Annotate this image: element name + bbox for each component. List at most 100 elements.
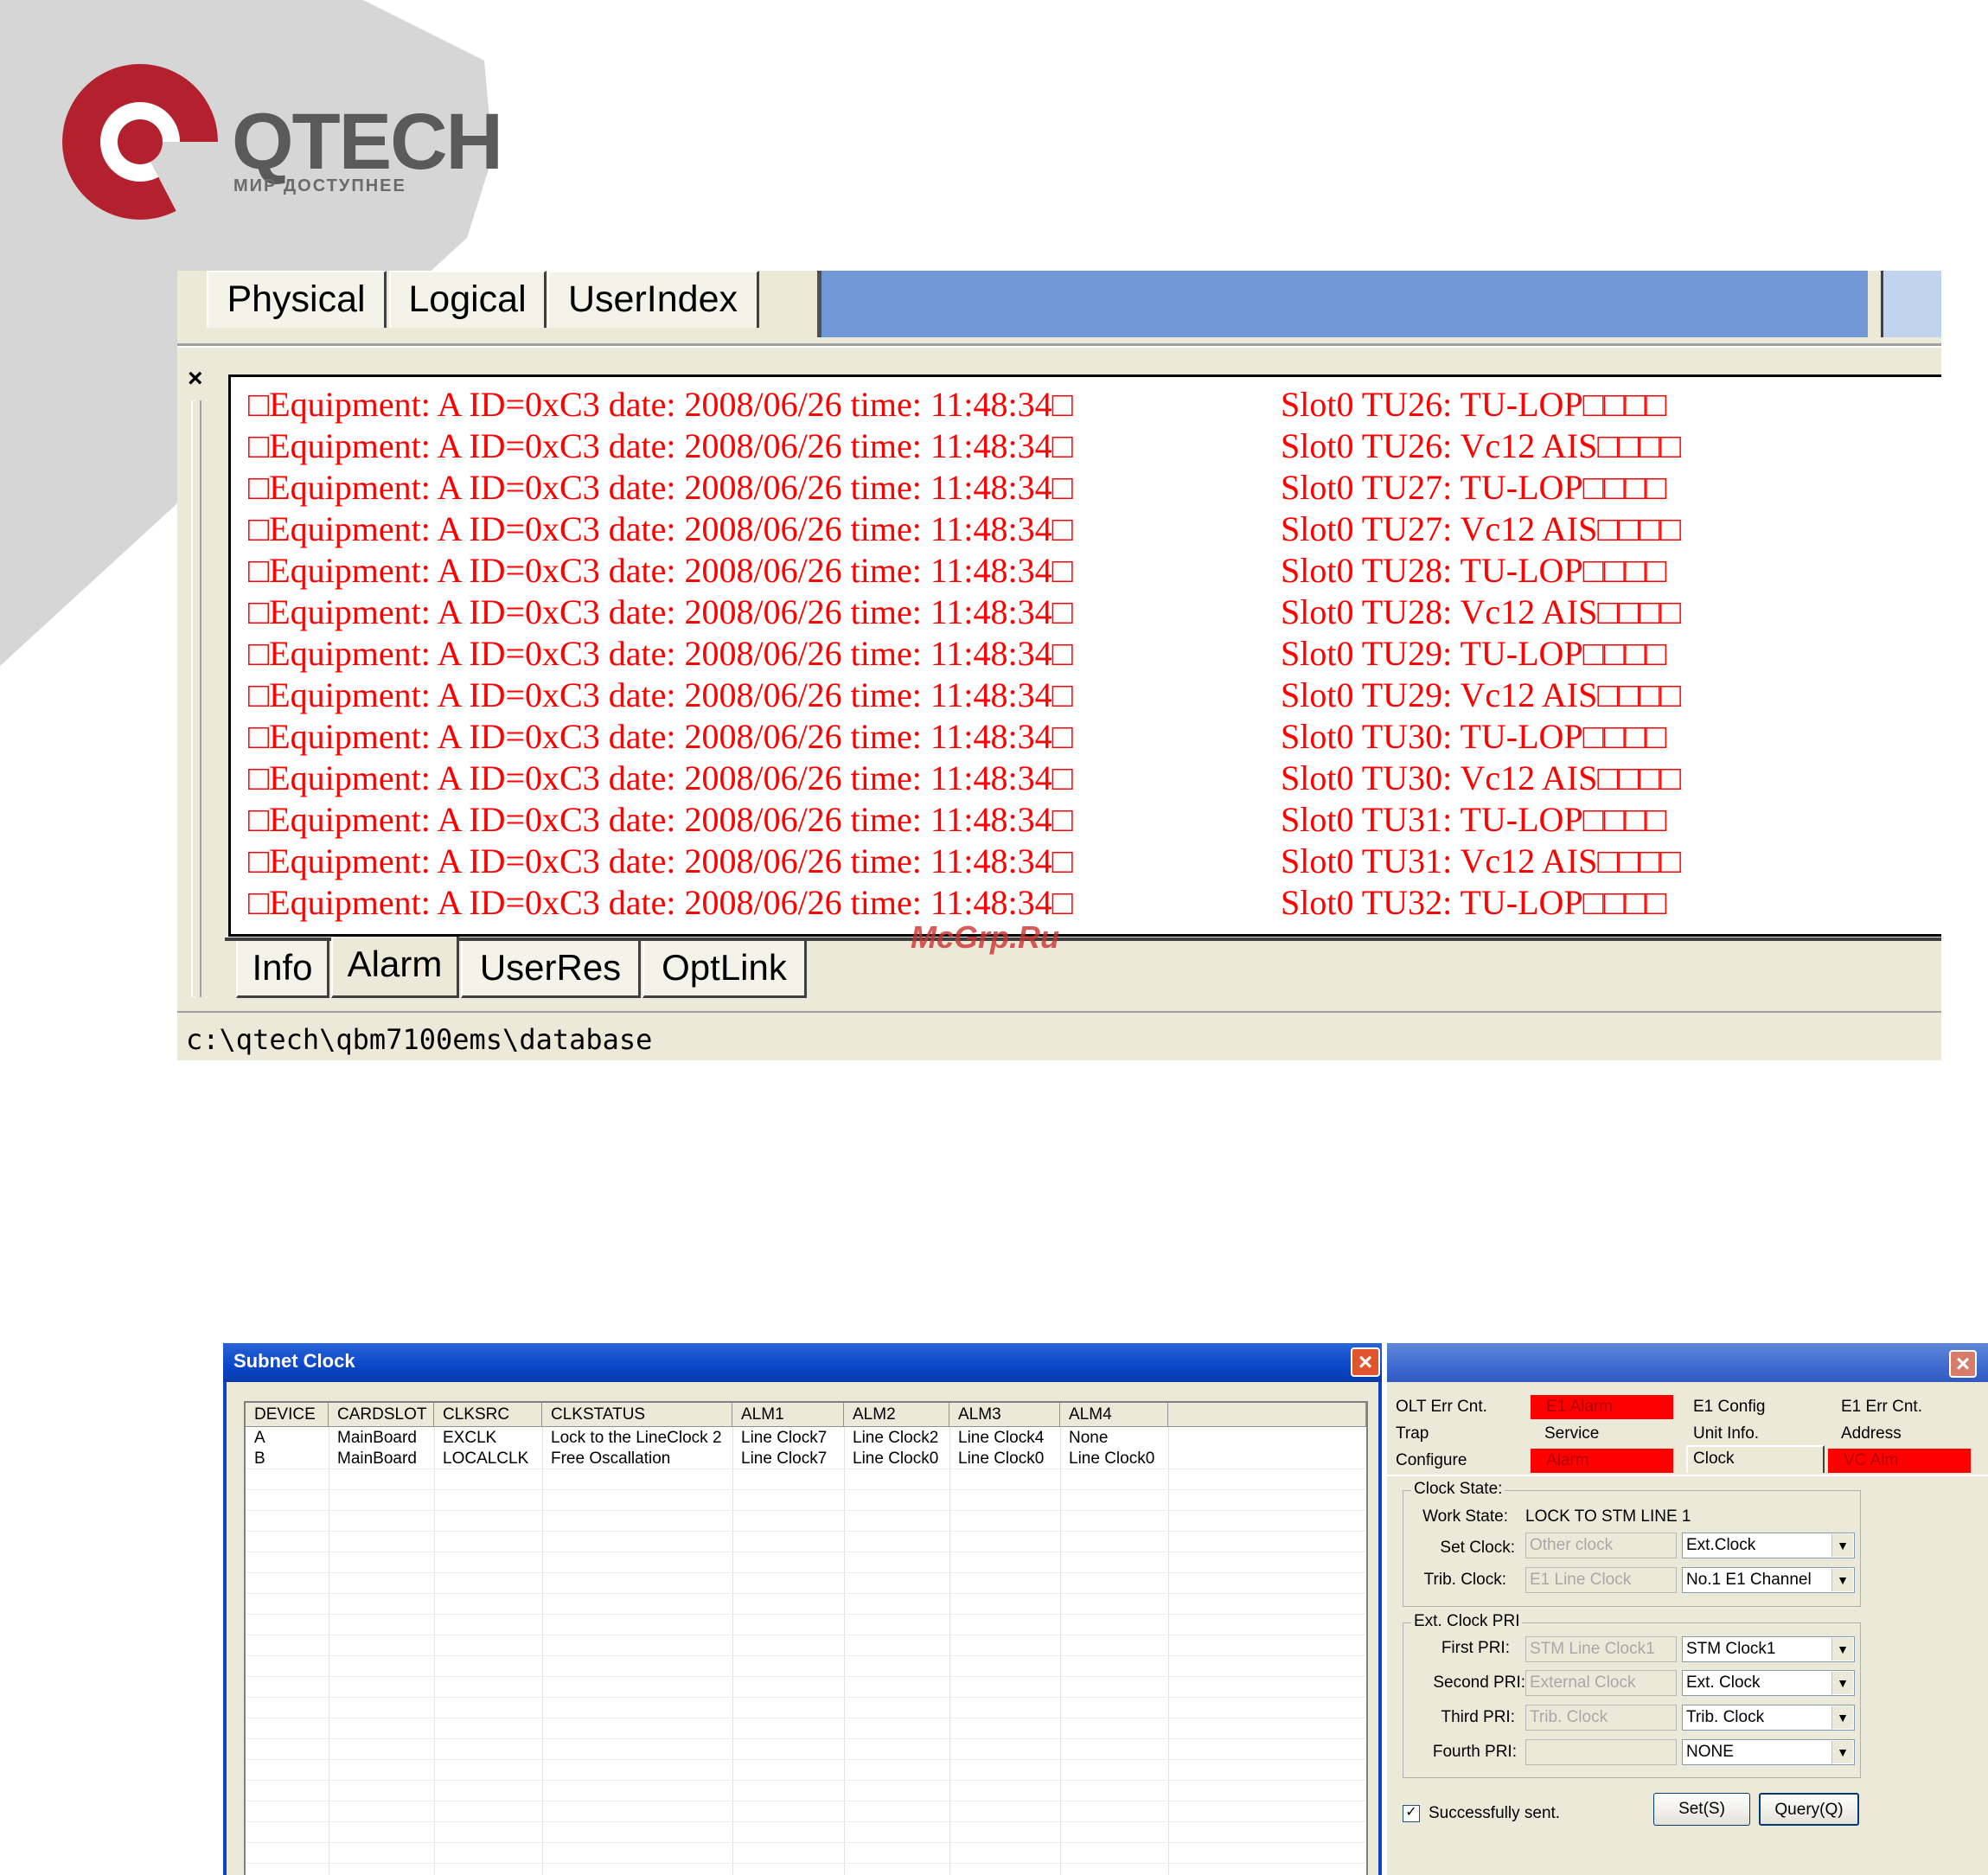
tab-userres[interactable]: UserRes — [461, 941, 641, 998]
tab-address[interactable]: Address — [1841, 1422, 1971, 1446]
grid-line — [1168, 1427, 1169, 1875]
table-cell[interactable]: Line Clock0 — [853, 1449, 938, 1469]
chevron-down-icon[interactable]: ▼ — [1831, 1638, 1853, 1661]
logo-name: QTECH — [232, 98, 503, 186]
group-label: Clock State: — [1411, 1480, 1505, 1499]
grid-line — [246, 1697, 1366, 1698]
grid-line — [844, 1427, 845, 1875]
title-area-right — [1883, 271, 1941, 337]
title-bar[interactable]: × — [1387, 1343, 1988, 1382]
panel-splitter[interactable] — [191, 400, 201, 997]
second-pri-select[interactable]: Ext. Clock ▼ — [1682, 1670, 1855, 1696]
table-cell[interactable]: Line Clock0 — [958, 1449, 1044, 1469]
grid-line — [246, 1655, 1366, 1656]
column-header[interactable]: CLKSTATUS — [542, 1403, 732, 1427]
fourth-pri-current — [1525, 1739, 1677, 1765]
separator-highlight — [177, 346, 1941, 348]
grid-line — [246, 1614, 1366, 1615]
tab-unit-info[interactable]: Unit Info. — [1693, 1422, 1823, 1446]
close-icon[interactable]: × — [1351, 1347, 1380, 1377]
set-clock-current: Other clock — [1525, 1533, 1677, 1558]
table-cell[interactable]: Line Clock7 — [741, 1428, 827, 1449]
grid-line — [246, 1572, 1366, 1573]
table-cell[interactable]: None — [1069, 1428, 1108, 1449]
title-bar[interactable]: Subnet Clock × — [223, 1343, 1382, 1382]
tab-logical[interactable]: Logical — [389, 271, 547, 328]
grid-line — [1060, 1427, 1061, 1875]
table-cell[interactable]: MainBoard — [337, 1449, 417, 1469]
clock-config-window: × OLT Err Cnt. E1 Alarm E1 Config E1 Err… — [1387, 1343, 1988, 1875]
close-icon[interactable]: × — [188, 364, 203, 394]
grid-line — [246, 1738, 1366, 1739]
query-button[interactable]: Query(Q) — [1759, 1793, 1859, 1826]
window-frame-right — [1378, 1382, 1382, 1875]
logo-tagline: МИР ДОСТУПНЕЕ — [233, 176, 406, 195]
chevron-down-icon[interactable]: ▼ — [1831, 1672, 1853, 1694]
tab-separator — [1387, 1475, 1988, 1476]
tab-userindex[interactable]: UserIndex — [547, 271, 759, 328]
table-cell[interactable]: B — [254, 1449, 265, 1469]
tab-optlink[interactable]: OptLink — [642, 941, 807, 998]
fourth-pri-select[interactable]: NONE ▼ — [1682, 1739, 1855, 1765]
alarm-log: □Equipment: A ID=0xC3 date: 2008/06/26 t… — [228, 374, 1941, 937]
tab-configure[interactable]: Configure — [1396, 1449, 1525, 1473]
column-header[interactable]: ALM2 — [844, 1403, 949, 1427]
column-header[interactable]: ALM4 — [1060, 1403, 1168, 1427]
grid-line — [246, 1593, 1366, 1594]
close-icon[interactable]: × — [1949, 1350, 1977, 1378]
grid-line — [949, 1427, 950, 1875]
column-header[interactable]: ALM3 — [949, 1403, 1060, 1427]
trib-clock-select[interactable]: No.1 E1 Channel ▼ — [1682, 1567, 1855, 1593]
tab-clock[interactable]: Clock — [1686, 1445, 1825, 1473]
trib-clock-label: Trib. Clock: — [1423, 1571, 1506, 1589]
title-area — [821, 271, 1868, 337]
tab-vc-alm[interactable]: VC Alm — [1828, 1449, 1971, 1473]
column-header[interactable]: CLKSRC — [434, 1403, 542, 1427]
clock-table: DEVICE CARDSLOT CLKSRC CLKSTATUS ALM1 AL… — [244, 1401, 1368, 1875]
table-cell[interactable]: LOCALCLK — [443, 1449, 528, 1469]
column-header[interactable]: DEVICE — [246, 1403, 329, 1427]
tab-physical[interactable]: Physical — [207, 271, 387, 328]
tab-alarm[interactable]: Alarm — [1531, 1449, 1673, 1473]
set-button[interactable]: Set(S) — [1653, 1793, 1750, 1826]
chevron-down-icon[interactable]: ▼ — [1831, 1534, 1853, 1557]
tab-e1-config[interactable]: E1 Config — [1693, 1395, 1823, 1419]
third-pri-select[interactable]: Trib. Clock ▼ — [1682, 1705, 1855, 1731]
table-cell[interactable]: Lock to the LineClock 2 — [551, 1428, 722, 1449]
first-pri-current: STM Line Clock1 — [1525, 1636, 1677, 1662]
grid-line — [434, 1427, 435, 1875]
second-pri-current: External Clock — [1525, 1670, 1677, 1696]
first-pri-label: First PRI: — [1441, 1639, 1510, 1657]
tab-service[interactable]: Service — [1544, 1422, 1674, 1446]
tab-e1-err-cnt[interactable]: E1 Err Cnt. — [1841, 1395, 1971, 1419]
chevron-down-icon[interactable]: ▼ — [1831, 1706, 1853, 1729]
table-cell[interactable]: Line Clock7 — [741, 1449, 827, 1469]
set-clock-label: Set Clock: — [1440, 1539, 1515, 1557]
grid-line — [542, 1427, 543, 1875]
title-divider — [1868, 271, 1883, 337]
chevron-down-icon[interactable]: ▼ — [1831, 1741, 1853, 1763]
tab-e1-alarm[interactable]: E1 Alarm — [1531, 1395, 1673, 1419]
table-cell[interactable]: Line Clock0 — [1069, 1449, 1154, 1469]
grid-line — [246, 1510, 1366, 1511]
column-header[interactable]: CARDSLOT — [329, 1403, 434, 1427]
table-cell[interactable]: MainBoard — [337, 1428, 417, 1449]
column-header[interactable]: ALM1 — [732, 1403, 844, 1427]
tab-info[interactable]: Info — [236, 941, 329, 998]
subnet-clock-window: Subnet Clock × DEVICE CARDSLOT CLKSRC CL… — [223, 1343, 1382, 1875]
table-cell[interactable]: EXCLK — [443, 1428, 496, 1449]
tab-alarm[interactable]: Alarm — [331, 937, 459, 998]
third-pri-label: Third PRI: — [1441, 1708, 1515, 1726]
table-cell[interactable]: A — [254, 1428, 265, 1449]
table-cell[interactable]: Free Oscallation — [551, 1449, 670, 1469]
work-state-label: Work State: — [1422, 1507, 1508, 1526]
first-pri-select[interactable]: STM Clock1 ▼ — [1682, 1636, 1855, 1662]
grid-line — [246, 1863, 1366, 1864]
tab-olt-err-cnt[interactable]: OLT Err Cnt. — [1396, 1395, 1525, 1419]
tab-trap[interactable]: Trap — [1396, 1422, 1525, 1446]
chevron-down-icon[interactable]: ▼ — [1831, 1569, 1853, 1591]
table-cell[interactable]: Line Clock2 — [853, 1428, 938, 1449]
table-cell[interactable]: Line Clock4 — [958, 1428, 1044, 1449]
sent-checkbox[interactable]: ✓ — [1403, 1805, 1420, 1822]
set-clock-select[interactable]: Ext.Clock ▼ — [1682, 1533, 1855, 1558]
